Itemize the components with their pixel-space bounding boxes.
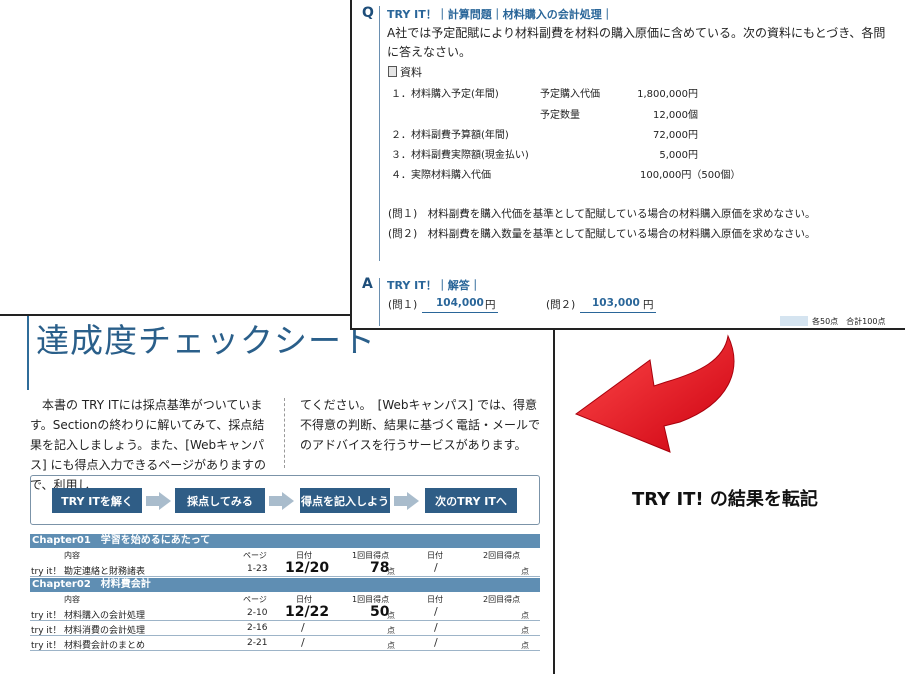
step-grade: 採点してみる [175,488,265,513]
material-value: 72,000円 [653,130,698,141]
material-sub: 予定購入代価 [540,89,600,100]
chapter-header: Chapter02 材料費会計 [30,578,540,592]
answer-mark-label: A [362,276,373,292]
intro-text-right: てください。 [Webキャンパス] では、得意不得意の判断、結果に基づく電話・メ… [300,398,541,452]
row-date: / [301,621,305,634]
row-date2: / [434,561,438,574]
red-arrow-icon [574,334,735,453]
column-separator [284,398,285,468]
row-date: / [301,636,305,649]
question-header: TRY IT！｜計算問題｜材料購入の会計処理｜ [387,8,613,21]
step-arrow [394,496,408,506]
step-solve: TRY ITを解く [52,488,142,513]
col-content: 内容 [64,551,80,560]
row-divider [30,620,540,621]
row-date-handwritten: 12/20 [285,560,330,576]
title-accent-line [27,316,29,390]
row-page: 2-21 [247,638,268,648]
row-divider [30,650,540,651]
answer-label: (問１) [388,299,418,311]
col-score2: 2回目得点 [483,595,521,604]
step-arrow-head [159,492,171,510]
question-accent-line [379,6,380,261]
material-label: ２．材料副費予算額(年間) [391,130,509,141]
step-arrow [146,496,160,506]
checksheet-title: 達成度チェックシート [36,321,376,360]
material-value: 100,000円（500個） [640,170,741,181]
document-icon [388,66,397,77]
material-value: 12,000個 [653,110,698,121]
question-text: A社では予定配賦により材料副費を材料の購入原価に含めている。次の資料にもとづき、… [387,26,886,59]
chapter-header: Chapter01 学習を始めるにあたって [30,534,540,548]
answer-accent-line [379,278,380,326]
material-label: ３．材料副費実際額(現金払い) [391,150,529,161]
material-label: １．材料購入予定(年間) [391,89,499,100]
answer-unit: 円 [643,299,654,311]
row-page: 1-23 [247,564,268,574]
col-page: ページ [243,595,267,604]
row-divider [30,635,540,636]
col-score2: 2回目得点 [483,551,521,560]
step-next: 次のTRY ITへ [425,488,517,513]
step-arrow-head [282,492,294,510]
row-date-handwritten: 12/22 [285,604,330,620]
row-date2: / [434,605,438,618]
col-date2: 日付 [427,595,443,604]
answer-label: (問２) [546,299,576,311]
answer-underline [422,312,498,313]
score-box [780,316,808,326]
transfer-caption: TRY IT! の結果を転記 [632,489,818,510]
col-content: 内容 [64,595,80,604]
answer-header: TRY IT！｜解答｜ [387,279,481,292]
row-date2: / [434,636,438,649]
question-mark-label: Q [362,5,374,21]
col-page: ページ [243,551,267,560]
score-note: 各50点 合計100点 [812,317,886,326]
answer-value: 104,000 [436,297,484,309]
step-arrow [269,496,283,506]
materials-label: 資料 [400,66,422,79]
material-label: ４．実際材料購入代価 [391,170,491,181]
row-page: 2-16 [247,623,268,633]
col-date2: 日付 [427,551,443,560]
answer-value: 103,000 [592,297,640,309]
question-1: (問１) 材料副費を購入代価を基準として配賦している場合の材料購入原価を求めなさ… [388,208,816,220]
material-value: 5,000円 [659,150,698,161]
answer-unit: 円 [485,299,496,311]
row-date2: / [434,621,438,634]
step-arrow-head [407,492,419,510]
question-2: (問２) 材料副費を購入数量を基準として配賦している場合の材料購入原価を求めなさ… [388,228,816,240]
step-record: 得点を記入しよう [300,488,390,513]
material-sub: 予定数量 [540,110,580,121]
row-divider [30,576,540,577]
answer-underline [580,312,656,313]
material-value: 1,800,000円 [637,89,698,100]
row-page: 2-10 [247,608,268,618]
materials-heading: 資料 [388,64,422,80]
